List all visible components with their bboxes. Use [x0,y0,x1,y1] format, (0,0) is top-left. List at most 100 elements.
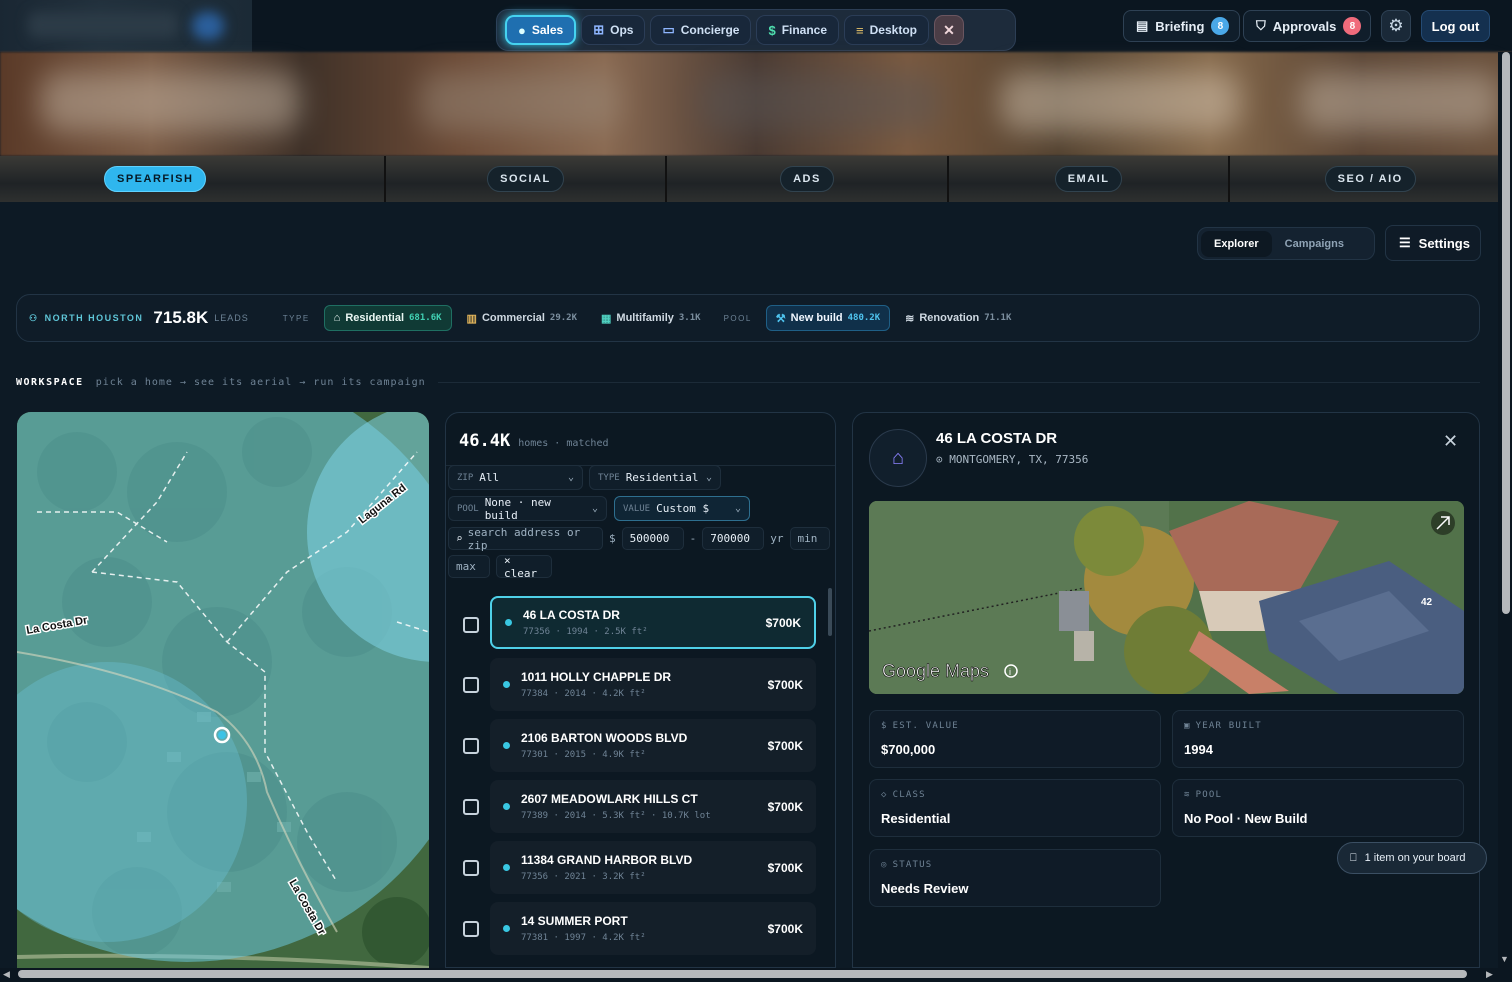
list-scrollbar[interactable] [828,588,832,636]
row-checkbox[interactable] [463,799,479,815]
board-toast[interactable]: ⎕ 1 item on your board [1337,842,1487,874]
search-input[interactable]: ⌕ search address or zip [448,525,603,552]
hero-banner-image [0,52,1512,156]
card-key: YEAR BUILT [1195,721,1262,731]
page-vertical-scrollbar[interactable] [1502,52,1510,614]
item-address: 14 SUMMER PORT [521,914,628,928]
pool-chip-label: Renovation [919,312,980,324]
nav-desktop[interactable]: ≡ Desktop [844,15,929,45]
svg-text:i: i [1009,667,1011,677]
row-checkbox[interactable] [463,677,479,693]
list-item[interactable]: 11384 GRAND HARBOR BLVD 77356 · 2021 · 3.… [490,841,816,894]
chevron-down-icon: ⌄ [591,503,598,514]
channel-email[interactable]: EMAIL [948,156,1231,202]
type-chip-label: Residential [345,312,405,324]
tab-campaigns[interactable]: Campaigns [1272,231,1357,257]
nav-finance[interactable]: $ Finance [756,15,840,45]
max-price-input[interactable]: 700000 [702,527,765,550]
nav-ops[interactable]: ⊞ Ops [581,15,646,45]
channel-social[interactable]: SOCIAL [385,156,668,202]
year-label: yr [770,532,784,545]
pool-filter-value: None · new build [484,495,551,522]
homes-count-label: homes · matched [518,438,609,449]
tab-explorer[interactable]: Explorer [1201,230,1272,257]
approvals-count-badge: 8 [1343,17,1362,35]
approvals-button[interactable]: ⛉ Approvals 8 [1243,10,1371,42]
list-item[interactable]: 2106 BARTON WOODS BLVD 77301 · 2015 · 4.9… [490,719,816,772]
list-header: 46.4K homes · matched [459,431,609,451]
pool-chip-renovation[interactable]: ≋ Renovation 71.1K [896,305,1020,331]
property-location: ⊙ MONTGOMERY, TX, 77356 [936,453,1088,466]
year-max-input[interactable]: max [448,555,490,578]
type-label: TYPE [282,313,310,323]
stack-icon: ≡ [856,22,864,38]
leads-count: 715.8K [153,308,209,327]
channel-seo[interactable]: SEO / AIO [1230,156,1512,202]
main-nav: ● Sales ⊞ Ops ▭ Concierge $ Finance ≡ Desktop… [496,9,1016,51]
item-price: $700K [767,738,803,753]
pool-chip-new-build[interactable]: ⚒ New build 480.2K [765,305,891,331]
scroll-left-arrow-icon[interactable]: ◀ [3,969,10,980]
settings-button[interactable]: ☰ Settings [1385,225,1481,261]
list-item[interactable]: 46 LA COSTA DR 77356 · 1994 · 2.5K ft² $70… [490,596,816,649]
status-dot [503,681,510,688]
channel-seo-label: SEO / AIO [1324,166,1416,192]
item-address: 2607 MEADOWLARK HILLS CT [521,792,698,806]
status-dot [503,803,510,810]
nav-concierge[interactable]: ▭ Concierge [650,15,752,45]
nav-sales-label: Sales [531,23,564,37]
zip-filter-key: ZIP [457,472,474,483]
aerial-photo[interactable]: 42 Google Maps i [869,501,1464,694]
type-filter[interactable]: TYPE Residential ⌄ [589,465,721,490]
est-value: $700,000 [881,742,936,757]
gear-icon[interactable]: ⚙ [1381,10,1411,42]
pool-filter-key: POOL [457,503,479,514]
list-item[interactable]: 2607 MEADOWLARK HILLS CT 77389 · 2014 · 5… [490,780,816,833]
close-icon[interactable]: ✕ [1443,431,1458,452]
type-chip-residential[interactable]: ⌂ Residential 681.6K [323,305,452,331]
briefing-button[interactable]: ▤ Briefing 8 [1123,10,1240,42]
scroll-right-arrow-icon[interactable]: ▶ [1486,969,1493,980]
nav-close-button[interactable]: ✕ [933,15,964,45]
sliders-icon: ☰ [1399,235,1411,250]
channel-spearfish[interactable]: SPEARFISH [0,156,386,202]
type-chip-commercial[interactable]: ▥ Commercial 29.2K [458,305,586,331]
google-maps-logo: Google Maps [882,661,989,681]
nav-sales[interactable]: ● Sales [505,15,577,45]
search-placeholder: search address or zip [467,525,581,552]
item-price: $700K [767,677,803,692]
status-dot [503,742,510,749]
channel-spearfish-label: SPEARFISH [104,166,207,192]
item-address: 2106 BARTON WOODS BLVD [521,731,688,745]
year-min-input[interactable]: min [789,527,830,550]
pool-filter[interactable]: POOL None · new build ⌄ [448,495,607,522]
row-checkbox[interactable] [463,860,479,876]
value-filter[interactable]: VALUE Custom $ ⌄ [614,496,750,521]
row-checkbox[interactable] [463,738,479,754]
board-toast-text: 1 item on your board [1364,852,1466,864]
min-price-input[interactable]: 500000 [621,527,684,550]
brand-logo[interactable] [0,0,252,52]
workspace-title: WORKSPACE [16,376,84,388]
page-horizontal-scrollbar[interactable] [18,970,1467,978]
list-item[interactable]: 1011 HOLLY CHAPPLE DR 77384 · 2014 · 4.2K… [490,658,816,711]
range-dash: - [689,532,697,545]
type-chip-multifamily[interactable]: ▦ Multifamily 3.1K [592,305,710,331]
channel-social-label: SOCIAL [487,166,564,192]
settings-label: Settings [1418,235,1470,251]
chat-icon: ▭ [662,22,675,37]
zip-filter[interactable]: ZIP All ⌄ [448,465,583,490]
channel-ads[interactable]: ADS [667,156,949,202]
view-tabs: Explorer Campaigns [1197,227,1375,260]
row-checkbox[interactable] [463,617,479,633]
card-key: CLASS [892,790,926,800]
scroll-down-arrow-icon[interactable]: ▼ [1500,954,1509,964]
dollar-icon: $ [881,721,888,731]
logout-button[interactable]: Log out [1421,10,1490,42]
clear-filters-button[interactable]: × clear [496,554,552,580]
list-item[interactable]: 14 SUMMER PORT 77381 · 1997 · 4.2K ft² $70… [490,902,816,955]
row-checkbox[interactable] [463,921,479,937]
type-chip-count: 681.6K [409,313,442,323]
aerial-map[interactable]: Laguna Rd La Costa Dr La Costa Dr [17,412,429,968]
item-meta: 77384 · 2014 · 4.2K ft² [521,689,646,699]
